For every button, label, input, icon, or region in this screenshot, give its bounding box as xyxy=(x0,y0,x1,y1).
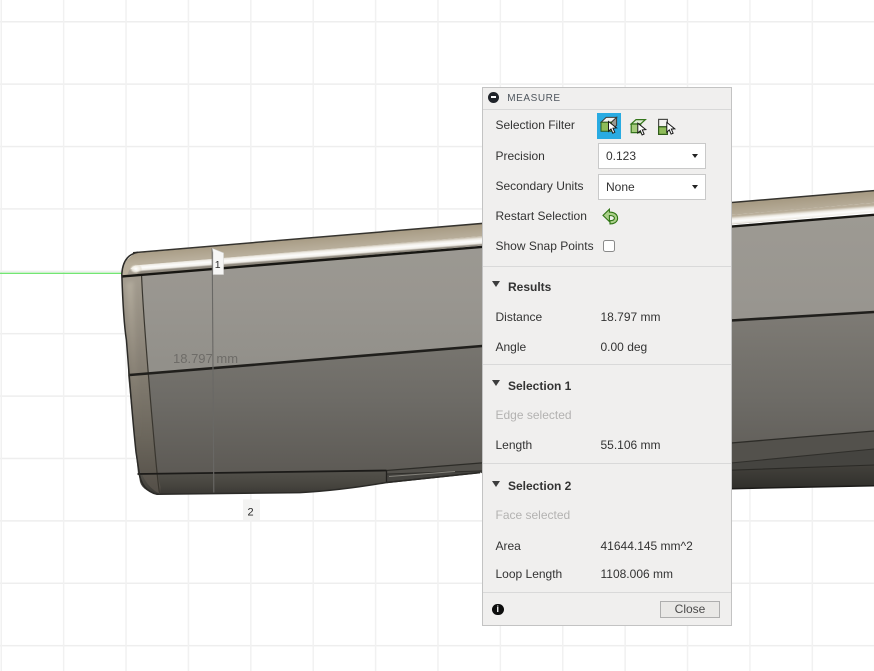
svg-text:1: 1 xyxy=(215,259,221,271)
svg-text:2: 2 xyxy=(248,507,254,519)
svg-text:18.797 mm: 18.797 mm xyxy=(173,351,238,366)
